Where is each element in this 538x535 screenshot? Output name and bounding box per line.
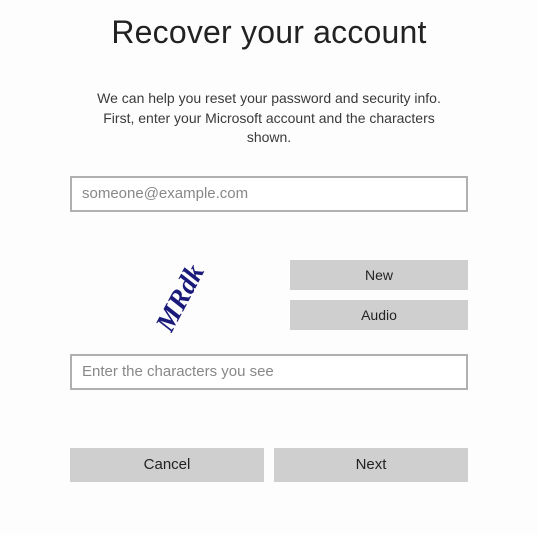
instruction-text: We can help you reset your password and … <box>80 89 458 148</box>
action-buttons: Cancel Next <box>70 448 468 482</box>
captcha-audio-button[interactable]: Audio <box>290 300 468 330</box>
page-title: Recover your account <box>70 14 468 51</box>
captcha-text: MRdk <box>149 263 210 333</box>
captcha-new-button[interactable]: New <box>290 260 468 290</box>
next-button[interactable]: Next <box>274 448 468 482</box>
captcha-buttons: New Audio <box>290 260 468 336</box>
captcha-svg: MRdk <box>135 263 225 333</box>
captcha-image: MRdk <box>70 260 290 336</box>
captcha-row: MRdk New Audio <box>70 260 468 336</box>
recover-account-panel: Recover your account We can help you res… <box>0 0 538 482</box>
captcha-input[interactable] <box>70 354 468 390</box>
email-field[interactable] <box>70 176 468 212</box>
cancel-button[interactable]: Cancel <box>70 448 264 482</box>
